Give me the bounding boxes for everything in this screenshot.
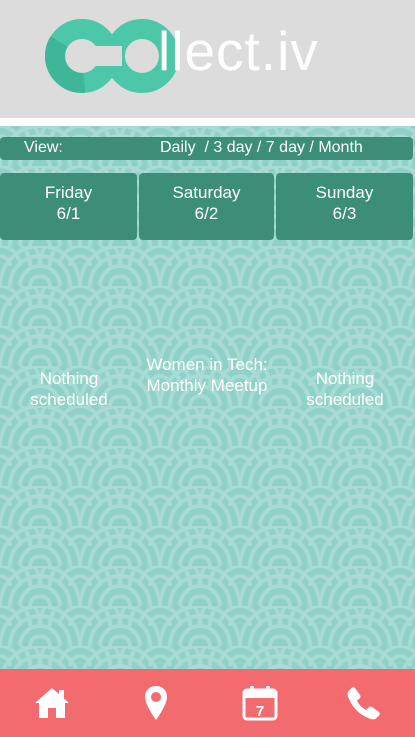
day-date: 6/1 bbox=[56, 204, 81, 223]
day-header-sunday[interactable]: Sunday 6/3 bbox=[276, 173, 413, 240]
day-name: Friday bbox=[44, 183, 93, 202]
view-option-month[interactable]: Month bbox=[318, 139, 362, 156]
app-header: llect.iv bbox=[0, 0, 415, 118]
day-name: Sunday bbox=[315, 183, 374, 202]
logo-wordmark: llect.iv bbox=[158, 20, 319, 82]
view-option-7-day[interactable]: 7 day bbox=[266, 139, 305, 156]
tab-phone[interactable] bbox=[312, 669, 415, 737]
tab-calendar[interactable]: 7 bbox=[208, 669, 311, 737]
view-options: Daily / 3 day / 7 day / Month bbox=[160, 139, 363, 156]
calendar-day-number: 7 bbox=[255, 703, 263, 720]
view-label: View: bbox=[24, 139, 63, 156]
calendar-icon: 7 bbox=[242, 686, 277, 721]
home-icon bbox=[34, 688, 69, 718]
tab-location[interactable] bbox=[104, 669, 207, 737]
view-option-3-day[interactable]: 3 day bbox=[213, 139, 252, 156]
event-saturday[interactable]: Women in Tech: Monthly Meetup bbox=[144, 354, 270, 396]
day-name: Saturday bbox=[172, 183, 241, 202]
day-header-friday[interactable]: Friday 6/1 bbox=[0, 173, 137, 240]
header-divider bbox=[0, 118, 415, 126]
map-pin-icon bbox=[144, 686, 167, 720]
event-columns: Nothing scheduled Women in Tech: Monthly… bbox=[0, 240, 415, 670]
day-date: 6/3 bbox=[332, 204, 357, 223]
event-friday: Nothing scheduled bbox=[30, 369, 108, 409]
tab-home[interactable] bbox=[0, 669, 103, 737]
phone-icon bbox=[347, 687, 380, 720]
view-option-daily[interactable]: Daily bbox=[160, 139, 196, 156]
bottom-tab-bar: 7 bbox=[0, 669, 415, 737]
view-selector-bar: View: Daily / 3 day / 7 day / Month bbox=[0, 137, 413, 160]
day-headers: Friday 6/1 Saturday 6/2 Sunday 6/3 bbox=[0, 173, 415, 240]
day-date: 6/2 bbox=[194, 204, 219, 223]
day-header-saturday[interactable]: Saturday 6/2 bbox=[139, 173, 274, 240]
event-sunday: Nothing scheduled bbox=[306, 369, 384, 409]
